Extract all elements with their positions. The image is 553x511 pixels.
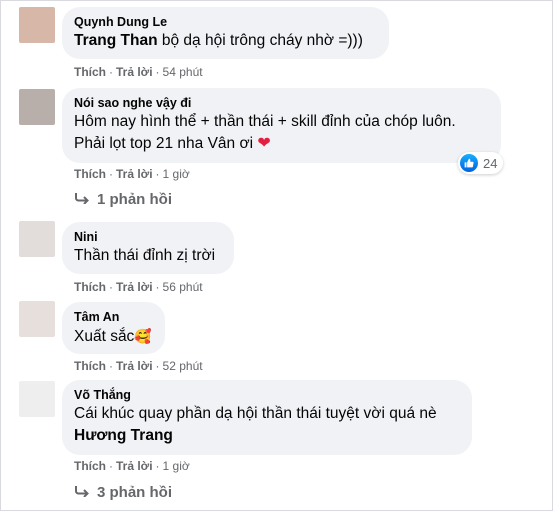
reply-button[interactable]: Trả lời (116, 359, 153, 373)
reply-button[interactable]: Trả lời (116, 65, 153, 79)
avatar[interactable] (19, 221, 55, 257)
like-button[interactable]: Thích (74, 359, 106, 373)
reply-button[interactable]: Trả lời (116, 280, 153, 294)
comment-bubble: Tâm An Xuất sắc🥰 (62, 302, 165, 354)
comment-text: Xuất sắc🥰 (74, 325, 153, 348)
reply-arrow-icon (74, 190, 91, 210)
like-button[interactable]: Thích (74, 280, 106, 294)
reply-button[interactable]: Trả lời (116, 167, 153, 181)
timestamp[interactable]: 1 giờ (163, 459, 190, 473)
comment-bubble: Quynh Dung Le Trang Than bộ dạ hội trông… (62, 7, 389, 59)
avatar[interactable] (19, 381, 55, 417)
comment-actions: Thích · Trả lời · 54 phút (74, 65, 203, 79)
reaction-count: 24 (483, 155, 498, 171)
timestamp[interactable]: 1 giờ (163, 167, 190, 181)
like-button[interactable]: Thích (74, 167, 106, 181)
replies-count-label: 1 phản hồi (97, 191, 172, 208)
comment-actions: Thích · Trả lời · 52 phút (74, 359, 203, 373)
mention-tag[interactable]: Trang Than (74, 32, 158, 49)
comment-author[interactable]: Nini (74, 229, 222, 245)
comment-text-line-1: Hôm nay hình thể + thần thái + skill đỉn… (74, 113, 456, 130)
comment-body: Phải lọt top 21 nha Vân ơi (74, 135, 254, 152)
comment-author[interactable]: Tâm An (74, 309, 153, 325)
view-replies-button[interactable]: 1 phản hồi (74, 190, 172, 210)
heart-emoji: ❤ (257, 135, 271, 152)
comment-body: bộ dạ hội trông cháy nhờ =))) (157, 32, 363, 49)
comment-text: Thần thái đỉnh zị trời (74, 247, 216, 264)
comment-actions: Thích · Trả lời · 1 giờ (74, 167, 190, 181)
like-button[interactable]: Thích (74, 459, 106, 473)
comment-actions: Thích · Trả lời · 1 giờ (74, 459, 190, 473)
smiling-face-hearts-emoji: 🥰 (134, 328, 152, 344)
avatar[interactable] (19, 7, 55, 43)
like-icon (460, 154, 478, 172)
like-button[interactable]: Thích (74, 65, 106, 79)
timestamp[interactable]: 54 phút (163, 65, 203, 79)
reaction-summary[interactable]: 24 (458, 152, 504, 174)
comment-body: Xuất sắc (74, 328, 135, 345)
comment-author[interactable]: Nói sao nghe vậy đi (74, 95, 489, 111)
mention-tag[interactable]: Hương Trang (74, 425, 460, 447)
replies-count-label: 3 phản hồi (97, 484, 172, 501)
avatar[interactable] (19, 89, 55, 125)
view-replies-button[interactable]: 3 phản hồi (74, 483, 172, 503)
reply-arrow-icon (74, 483, 91, 503)
comment-text-line-2: Phải lọt top 21 nha Vân ơi ❤ (74, 133, 489, 155)
reply-button[interactable]: Trả lời (116, 459, 153, 473)
comment-bubble: Nói sao nghe vậy đi Hôm nay hình thể + t… (62, 88, 501, 163)
comment-bubble: Võ Thắng Cái khúc quay phần dạ hội thần … (62, 380, 472, 455)
comment-author[interactable]: Quynh Dung Le (74, 14, 377, 30)
comment-text-line-1: Cái khúc quay phần dạ hội thần thái tuyệ… (74, 405, 437, 422)
comment-author[interactable]: Võ Thắng (74, 387, 460, 403)
comment-bubble: Nini Thần thái đỉnh zị trời (62, 222, 234, 274)
avatar[interactable] (19, 301, 55, 337)
timestamp[interactable]: 56 phút (163, 280, 203, 294)
comment-text: Trang Than bộ dạ hội trông cháy nhờ =))) (74, 30, 377, 52)
comment-actions: Thích · Trả lời · 56 phút (74, 280, 203, 294)
timestamp[interactable]: 52 phút (163, 359, 203, 373)
